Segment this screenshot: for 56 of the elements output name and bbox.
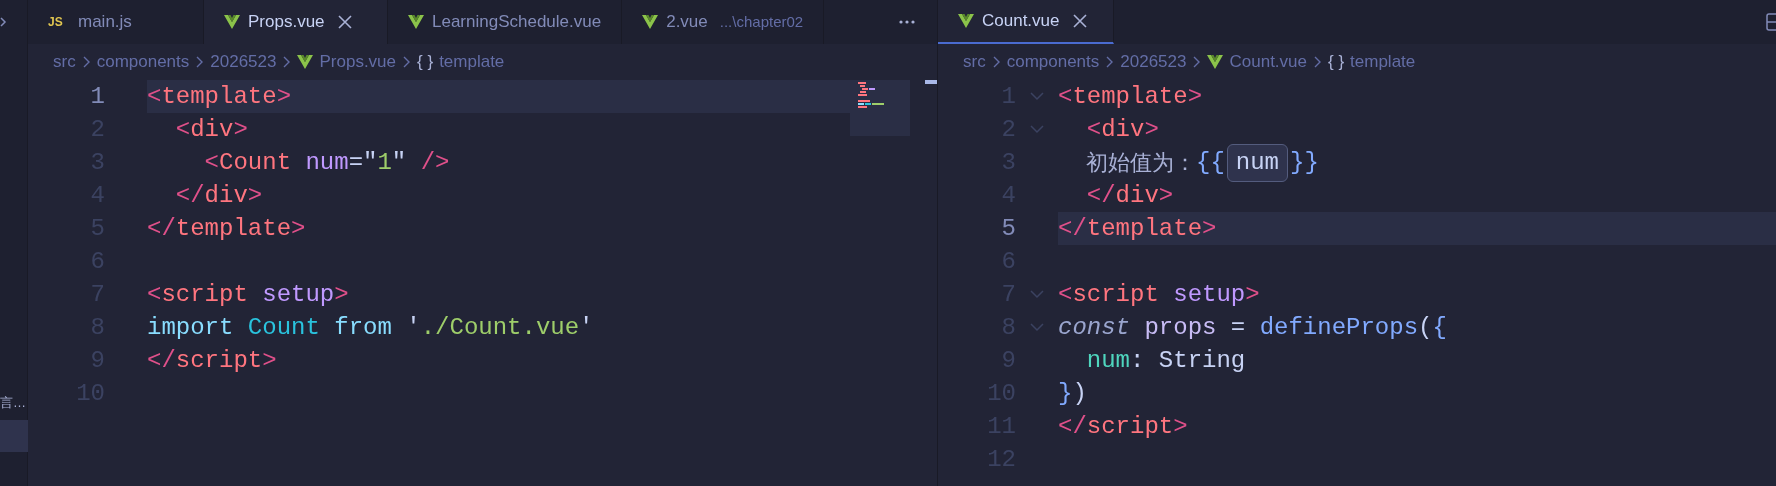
line-number: 5 xyxy=(1000,213,1016,244)
code-line: </template> xyxy=(147,213,306,244)
vue-logo-icon xyxy=(224,14,240,30)
breadcrumb-item[interactable]: components xyxy=(96,49,190,75)
code-line: const props = defineProps({ xyxy=(1058,312,1447,343)
code-line: num: String xyxy=(1085,345,1246,376)
editor-tab[interactable]: LearningSchedule.vue xyxy=(388,0,623,44)
breadcrumb-item[interactable]: 2026523 xyxy=(210,49,277,75)
code-line: </div> xyxy=(1085,180,1174,211)
code-line: }) xyxy=(1058,378,1087,409)
chevron-right-icon xyxy=(1192,56,1202,68)
code-line: </script> xyxy=(147,345,277,376)
breadcrumb-item[interactable]: 2026523 xyxy=(1120,49,1187,75)
inlay-hint: num xyxy=(1226,143,1288,182)
close-icon[interactable] xyxy=(1071,13,1088,29)
vue-logo-icon xyxy=(958,13,974,29)
editor-tab[interactable]: 2.vue ...\chapter02 xyxy=(622,0,825,44)
chevron-right-icon xyxy=(991,56,1001,68)
close-icon[interactable] xyxy=(336,14,353,30)
vue-logo-icon xyxy=(642,14,659,30)
breadcrumb-item[interactable]: src xyxy=(963,49,986,75)
vue-logo-icon xyxy=(1207,54,1224,70)
editor-tab[interactable]: Props.vue xyxy=(204,0,388,44)
breadcrumb-item[interactable]: components xyxy=(1006,49,1100,75)
code-line: <div> xyxy=(174,114,248,145)
vue-logo-icon xyxy=(408,14,424,30)
code-line: </template> xyxy=(1058,213,1217,244)
chevron-right-icon xyxy=(282,56,292,68)
code-line: <template> xyxy=(1058,81,1203,112)
chevron-icon[interactable] xyxy=(0,16,7,28)
code-line: import Count from './Count.vue' xyxy=(147,312,594,343)
chevron-right-icon xyxy=(1313,56,1322,68)
more-actions-icon[interactable] xyxy=(899,20,915,24)
js-file-icon: JS xyxy=(48,13,70,31)
chevron-right-icon xyxy=(402,56,412,68)
breadcrumb-item[interactable]: { } template xyxy=(417,49,505,75)
editor-tab[interactable]: Count.vue xyxy=(938,0,1114,44)
code-line: <div> xyxy=(1085,114,1159,145)
chevron-right-icon xyxy=(81,56,91,68)
breadcrumb-item[interactable]: { } template xyxy=(1328,49,1416,75)
chevron-right-icon xyxy=(195,56,205,68)
code-line: </div> xyxy=(174,180,263,211)
code-line: <Count num="1" /> xyxy=(203,147,450,178)
code-line: <template> xyxy=(147,81,292,112)
breadcrumb-item[interactable]: Props.vue xyxy=(297,49,397,75)
code-line: 初始值为：{{ num }} xyxy=(1058,143,1319,182)
breadcrumb-item[interactable]: Count.vue xyxy=(1207,49,1307,75)
code-line: <script setup> xyxy=(147,279,349,310)
breadcrumb-item[interactable]: src xyxy=(53,49,76,75)
line-number: 1 xyxy=(89,81,105,112)
code-line: <script setup> xyxy=(1058,279,1260,310)
sidebar-item[interactable]: 言… xyxy=(0,388,28,418)
vue-logo-icon xyxy=(297,54,314,70)
chevron-right-icon xyxy=(1105,56,1115,68)
scrollbar-thumb[interactable] xyxy=(925,80,937,84)
code-line: </script> xyxy=(1058,411,1188,442)
